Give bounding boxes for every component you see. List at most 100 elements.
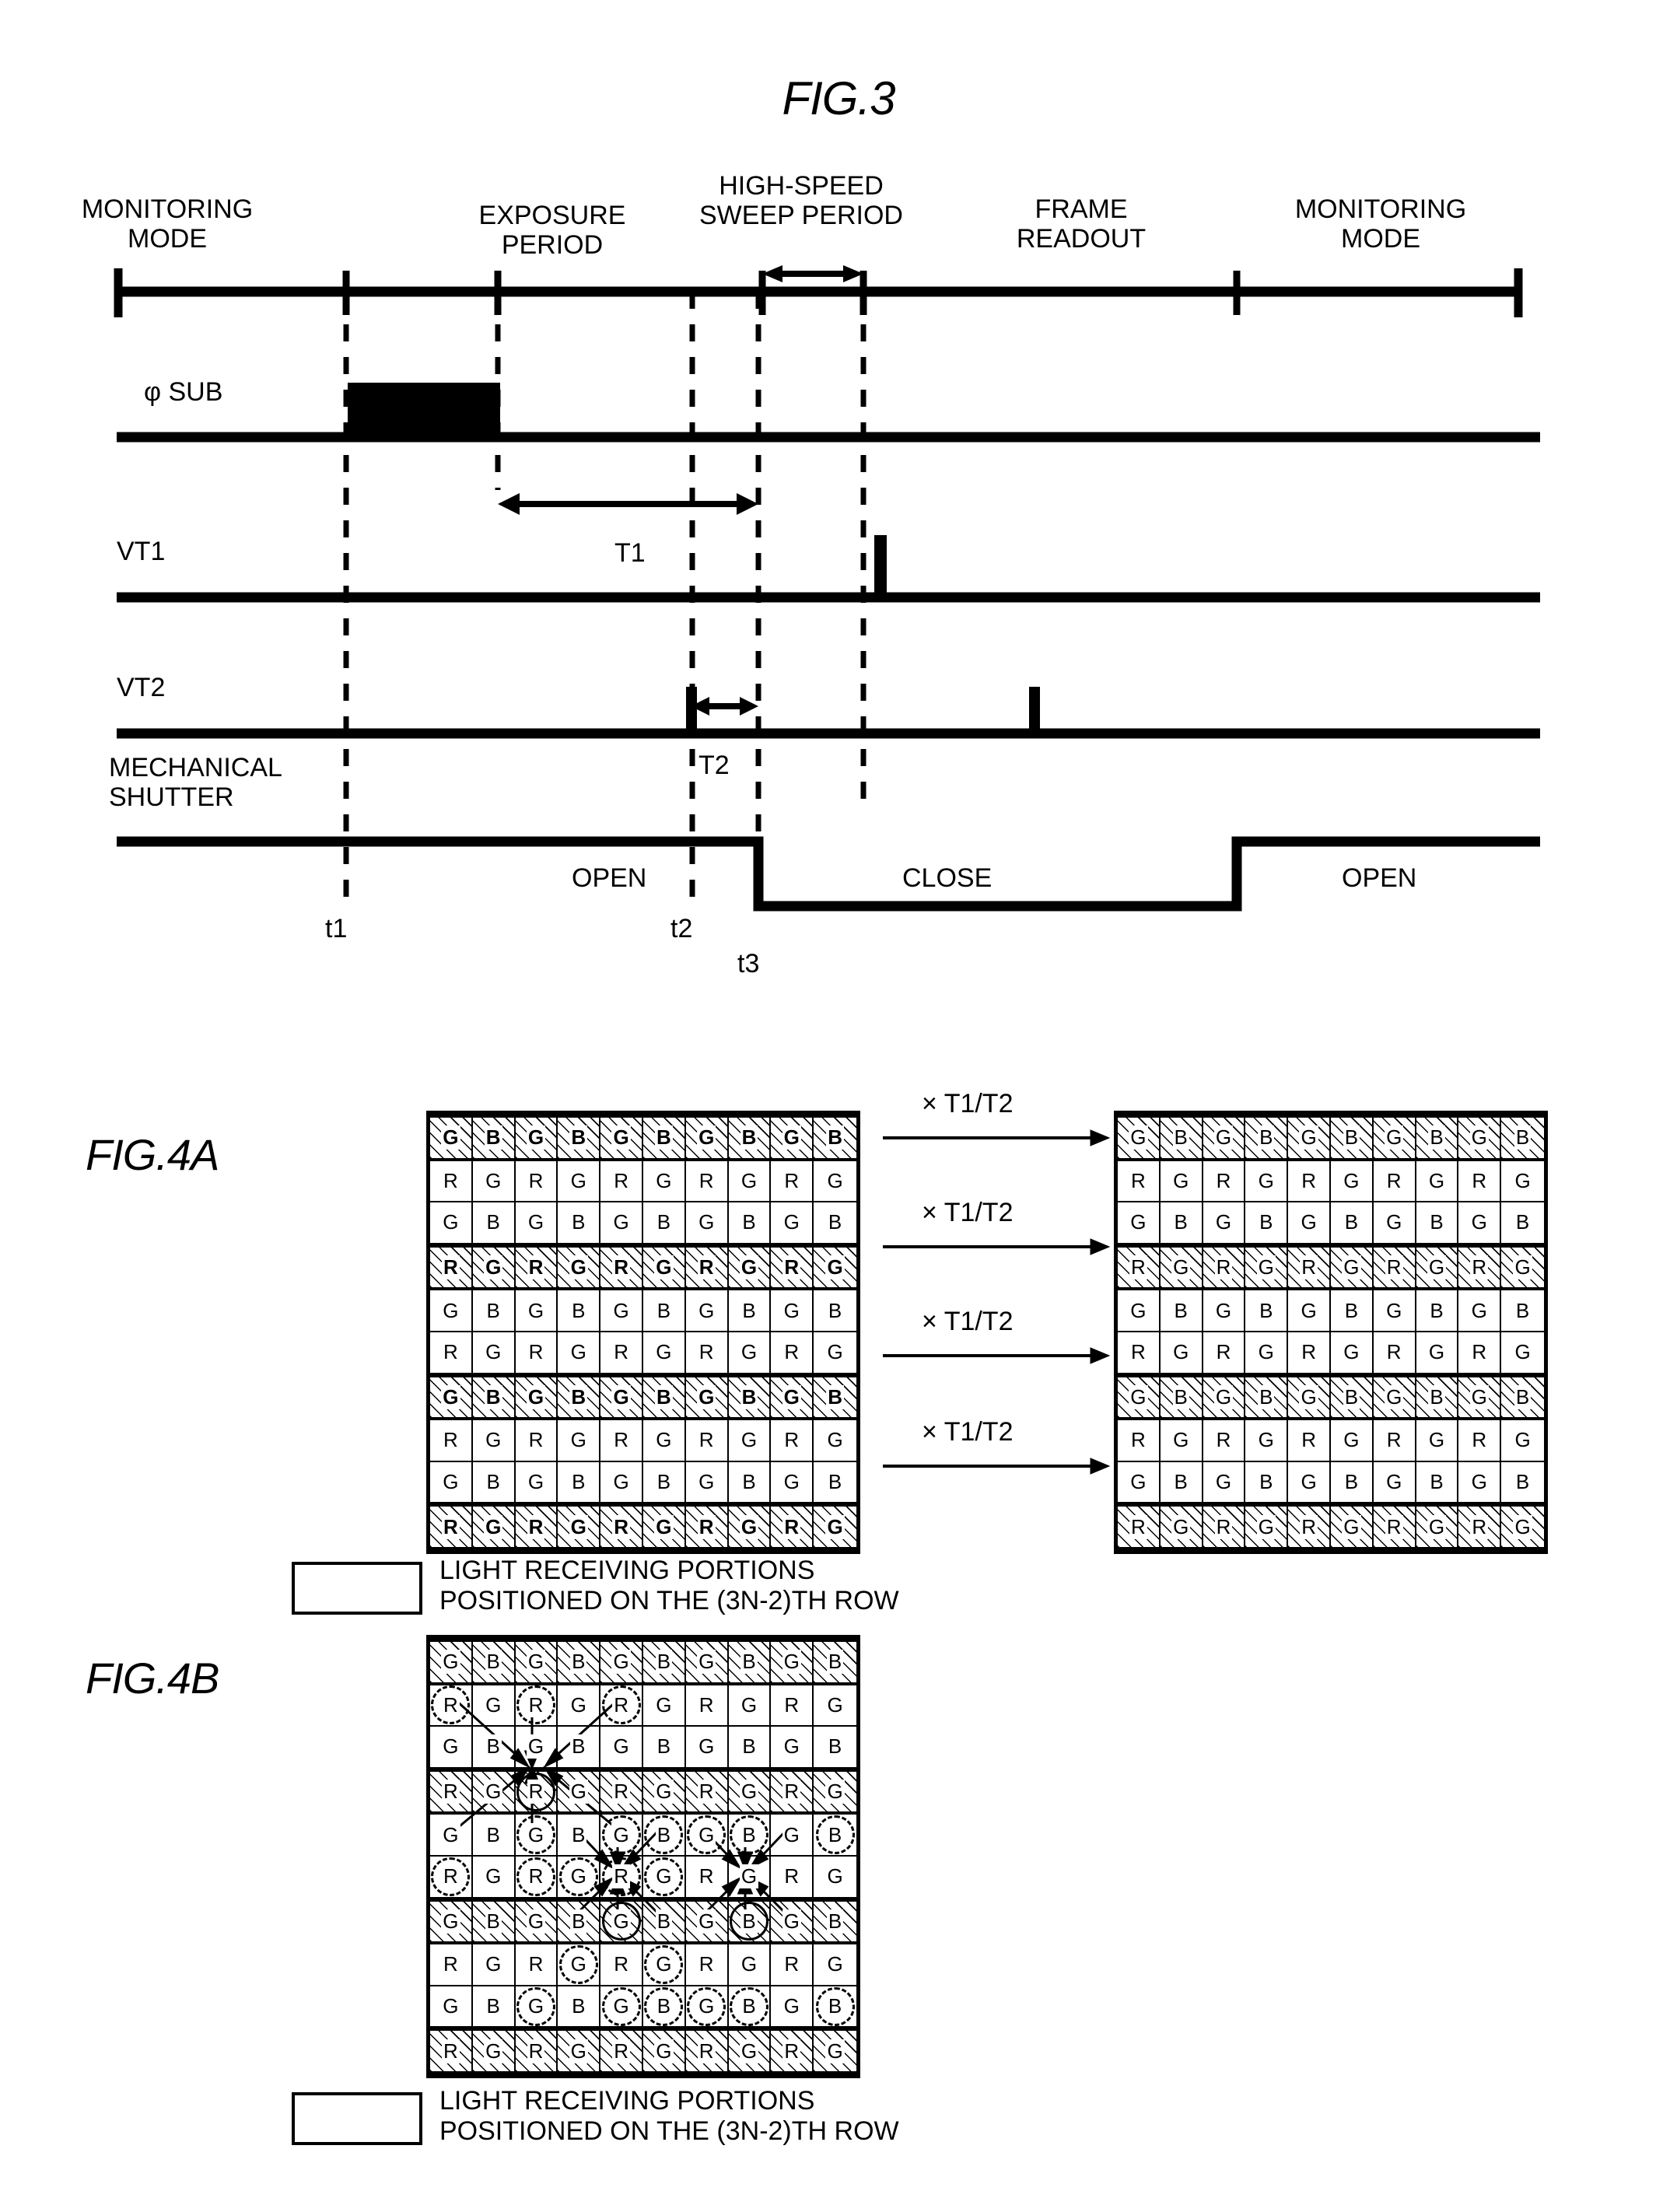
pixel-cell: B <box>642 1115 686 1161</box>
pixel-cell: G <box>1245 1160 1289 1203</box>
pixel-cell: B <box>558 1115 601 1161</box>
pixel-cell: G <box>1288 1290 1331 1332</box>
pixel-cell: R <box>1288 1244 1331 1291</box>
fig4b-legend-swatch <box>292 2092 422 2145</box>
fig4a-arrow-label-1: × T1/T2 <box>922 1089 1014 1118</box>
pixel-cell: G <box>814 1503 856 1550</box>
pixel-cell: R <box>1118 1160 1161 1203</box>
pixel-cell: G <box>600 1115 643 1161</box>
fig4a-arrow-label-4: × T1/T2 <box>922 1417 1014 1447</box>
pixel-cell: R <box>771 1160 814 1203</box>
pixel-cell: G <box>1373 1461 1416 1504</box>
pixel-cell: R <box>1118 1420 1161 1462</box>
pixel-cell: G <box>515 1374 558 1421</box>
pixel-cell: B <box>1160 1461 1203 1504</box>
dashed-circle-marker <box>644 1857 684 1896</box>
pixel-cell: G <box>1501 1244 1544 1291</box>
phase-label-exposure-period: EXPOSURE PERIOD <box>478 201 626 261</box>
pixel-cell: R <box>1373 1503 1416 1550</box>
dashed-circle-marker <box>644 1944 684 1984</box>
dashed-circle-marker <box>729 1815 768 1855</box>
pixel-cell: G <box>1501 1332 1544 1374</box>
phase-label-monitoring-mode-1: MONITORING MODE <box>81 194 254 254</box>
pixel-cell: B <box>472 1290 516 1332</box>
pixel-cell: G <box>728 1332 772 1374</box>
pixel-cell: G <box>1458 1461 1502 1504</box>
signal-label-mechanical-shutter: MECHANICAL SHUTTER <box>109 753 282 813</box>
pixel-cell: G <box>1118 1461 1161 1504</box>
pixel-cell: R <box>430 1332 473 1374</box>
phi-sub-pulse-train <box>348 383 500 437</box>
pixel-cell: B <box>1160 1115 1203 1161</box>
pixel-cell: R <box>685 1244 729 1291</box>
pixel-cell: G <box>472 1332 516 1374</box>
pixel-cell: G <box>1330 1244 1374 1291</box>
pixel-cell: B <box>728 1461 772 1504</box>
pixel-cell: G <box>1416 1503 1459 1550</box>
pixel-cell: R <box>600 1160 643 1203</box>
phase-label-high-speed-sweep-period: HIGH-SPEED SWEEP PERIOD <box>699 171 903 231</box>
time-mark-t3: t3 <box>737 949 760 978</box>
pixel-cell: R <box>771 1420 814 1462</box>
dashed-circle-marker <box>687 1986 726 2026</box>
pixel-cell: G <box>600 1461 643 1504</box>
pixel-cell: B <box>728 1115 772 1161</box>
pixel-cell: R <box>1458 1160 1502 1203</box>
pixel-cell: B <box>1416 1202 1459 1244</box>
pixel-cell: G <box>642 1503 686 1550</box>
phase-label-monitoring-mode-2: MONITORING MODE <box>1294 194 1467 254</box>
pixel-cell: G <box>1501 1420 1544 1462</box>
pixel-cell: B <box>1245 1461 1289 1504</box>
pixel-cell: G <box>1330 1332 1374 1374</box>
pixel-cell: G <box>600 1374 643 1421</box>
pixel-cell: G <box>558 1332 601 1374</box>
pixel-cell: R <box>1203 1244 1246 1291</box>
pixel-cell: R <box>515 1244 558 1291</box>
pixel-cell: G <box>728 1503 772 1550</box>
vt1-pulse <box>874 535 887 597</box>
t1-interval-arrow <box>498 493 758 515</box>
pixel-cell: G <box>728 1244 772 1291</box>
pixel-cell: B <box>1160 1374 1203 1421</box>
pixel-cell: G <box>728 1420 772 1462</box>
pixel-cell: R <box>1203 1420 1246 1462</box>
interval-label-t1: T1 <box>614 538 646 568</box>
pixel-cell: R <box>1458 1420 1502 1462</box>
pixel-cell: R <box>685 1332 729 1374</box>
pixel-cell: B <box>558 1374 601 1421</box>
pixel-cell: G <box>1245 1244 1289 1291</box>
pixel-cell: G <box>1501 1503 1544 1550</box>
pixel-cell: B <box>728 1374 772 1421</box>
time-mark-t1: t1 <box>325 914 348 943</box>
fig4a-legend-swatch <box>292 1562 422 1615</box>
dashed-circle-marker <box>644 1986 684 2026</box>
vt2-trace <box>117 687 1540 739</box>
pixel-cell: G <box>430 1374 473 1421</box>
phi-sub-trace <box>117 383 1540 443</box>
pixel-cell: B <box>1245 1374 1289 1421</box>
pixel-cell: G <box>642 1420 686 1462</box>
pixel-cell: G <box>1160 1244 1203 1291</box>
pixel-cell: G <box>600 1202 643 1244</box>
dashed-circle-marker <box>516 1986 555 2026</box>
pixel-cell: B <box>728 1202 772 1244</box>
pixel-cell: G <box>1458 1115 1502 1161</box>
pixel-cell: G <box>1203 1290 1246 1332</box>
dashed-circle-marker <box>516 1857 555 1896</box>
mechanical-shutter-trace <box>117 836 1540 912</box>
pixel-cell: R <box>430 1420 473 1462</box>
pixel-cell: R <box>1288 1503 1331 1550</box>
dashed-circle-marker <box>601 1857 641 1896</box>
pixel-cell: G <box>430 1290 473 1332</box>
pixel-cell: B <box>1330 1202 1374 1244</box>
fig4a-title: FIG.4A <box>86 1130 219 1179</box>
pixel-cell: G <box>1245 1332 1289 1374</box>
pixel-cell: R <box>1288 1420 1331 1462</box>
pixel-cell: G <box>472 1420 516 1462</box>
pixel-cell: G <box>472 1244 516 1291</box>
pixel-cell: G <box>515 1461 558 1504</box>
pixel-cell: G <box>1288 1374 1331 1421</box>
pixel-cell: G <box>600 1290 643 1332</box>
pixel-cell: B <box>1416 1461 1459 1504</box>
pixel-cell: G <box>685 1374 729 1421</box>
